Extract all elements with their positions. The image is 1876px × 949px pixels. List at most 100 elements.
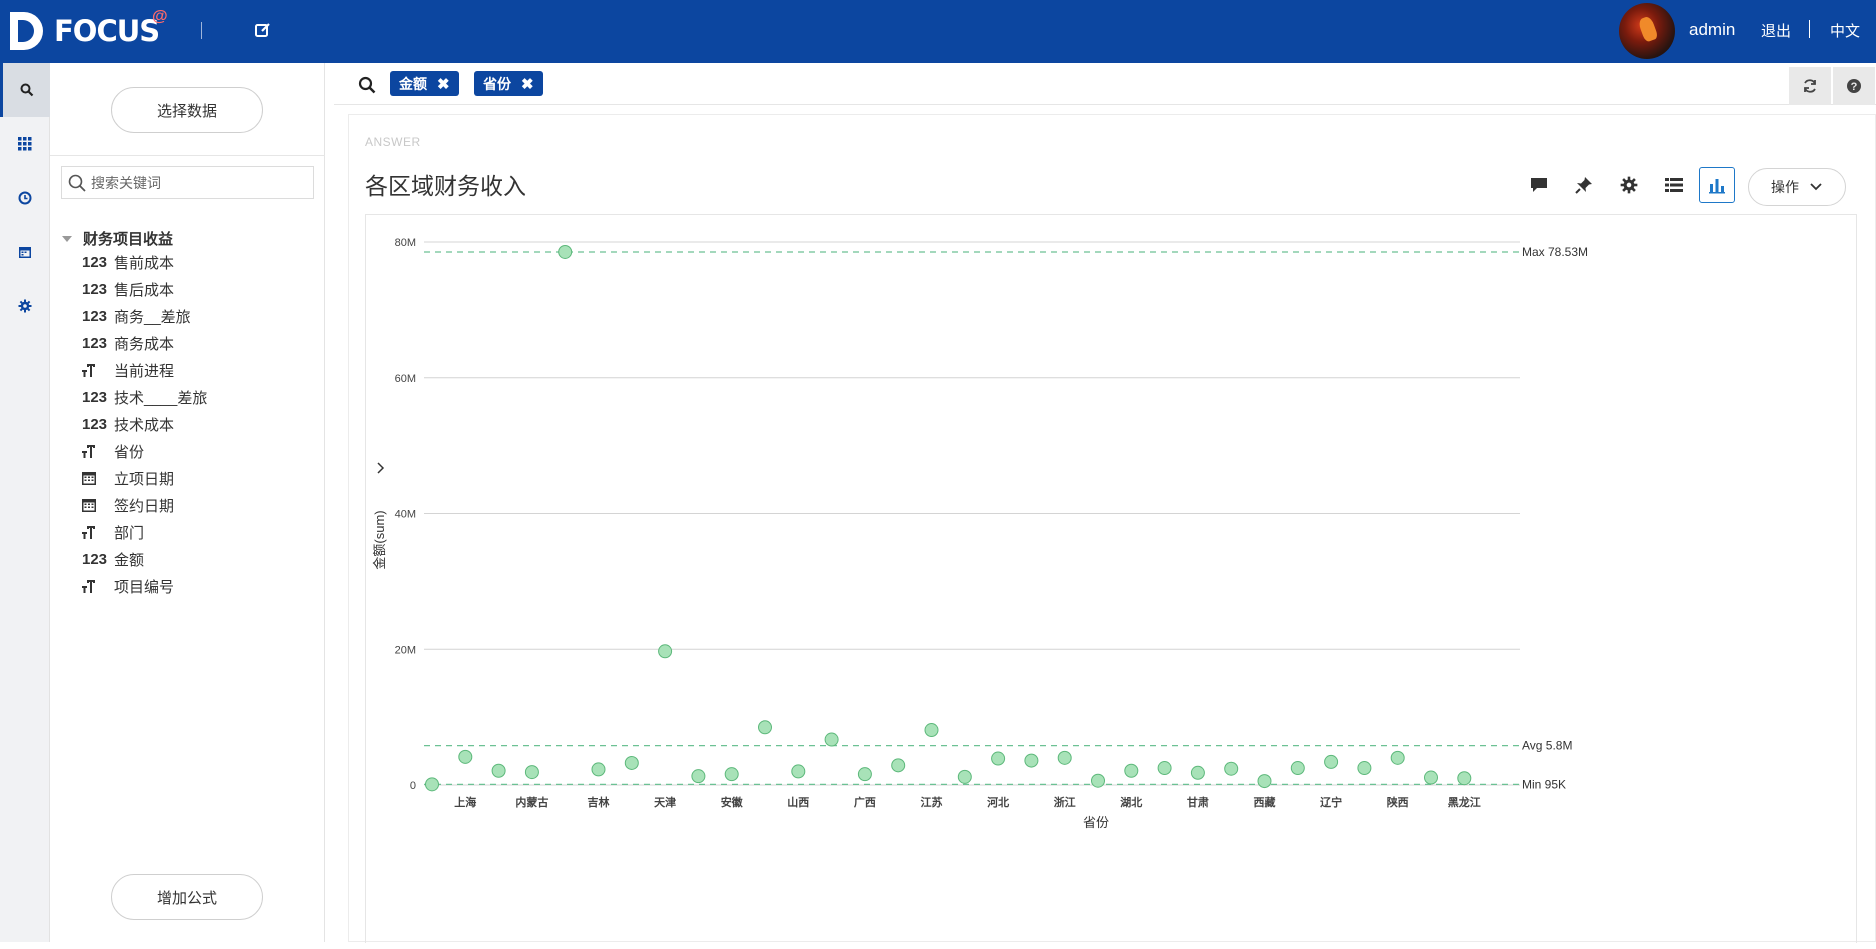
calendar-icon [82,499,114,512]
answer-tag: ANSWER [365,135,421,149]
remove-chip-icon[interactable]: ✖ [437,75,450,93]
data-point [991,751,1006,766]
rail-settings[interactable] [0,279,50,333]
tree-root[interactable]: 财务项目收益 [61,228,173,249]
field-label: 售后成本 [114,282,175,299]
reference-label-min: Min 95K [1522,777,1566,791]
field-item[interactable]: 立项日期 [82,465,207,492]
settings-button[interactable] [1613,169,1645,201]
app-logo[interactable]: FOCUS @ [8,8,168,52]
data-point [1424,770,1438,785]
chart-view-button[interactable] [1699,167,1735,203]
topbar-divider [201,22,202,39]
field-item[interactable]: 签约日期 [82,492,207,519]
avatar[interactable] [1619,3,1675,59]
number-type-icon: 123 [82,416,108,433]
logout-link[interactable]: 退出 [1761,20,1791,41]
data-point [558,244,573,259]
field-list: 123 售前成本 123 售后成本 123 商务__差旅 123 商务成本 当前进程 123 技术_… [82,249,207,600]
rail-search[interactable] [0,63,50,117]
number-type-icon: 123 [82,254,108,271]
field-label: 当前进程 [114,363,175,380]
edit-icon[interactable] [254,21,272,39]
language-switch[interactable]: 中文 [1830,20,1860,41]
data-point [591,762,606,777]
field-label: 商务__差旅 [114,309,191,326]
refresh-button[interactable] [1789,67,1831,105]
data-point [1457,771,1472,786]
y-tick-label: 20M [395,644,416,656]
data-point [1057,750,1072,765]
data-point [824,732,839,747]
search-icon[interactable] [358,76,376,94]
number-type-icon: 123 [82,389,108,406]
table-view-button[interactable] [1658,169,1690,201]
svg-text:?: ? [1851,81,1858,93]
comment-icon [1531,178,1547,192]
x-tick-label: 内蒙古 [515,795,548,809]
x-tick-label: 辽宁 [1320,795,1342,809]
field-item[interactable]: 123 商务__差旅 [82,303,207,330]
add-formula-button[interactable]: 增加公式 [111,874,263,920]
number-type-icon: 123 [82,551,108,568]
field-label: 立项日期 [114,471,175,488]
reference-label-avg: Avg 5.8M [1522,739,1572,753]
data-sidebar: 选择数据 财务项目收益 123 售前成本 123 售后成本 123 商务__差旅 123 商务… [50,63,325,942]
y-tick-label: 0 [410,780,416,792]
field-item[interactable]: 123 商务成本 [82,330,207,357]
field-item[interactable]: 项目编号 [82,573,207,600]
x-tick-label: 湖北 [1120,795,1142,809]
username[interactable]: admin [1689,20,1735,40]
operations-dropdown[interactable]: 操作 [1748,168,1846,206]
x-tick-label: 上海 [454,795,476,809]
data-point [724,767,739,782]
scatter-chart[interactable]: 0 20M 40M 60M 80M Max 78.53M Avg 5.8M Min 95K 金额… [366,215,1856,944]
query-chip[interactable]: 金额 ✖ [390,71,459,96]
number-type-icon: 123 [82,335,108,352]
field-label: 项目编号 [114,579,175,596]
field-item[interactable]: 当前进程 [82,357,207,384]
comment-button[interactable] [1523,169,1555,201]
help-button[interactable]: ? [1833,67,1875,105]
field-item[interactable]: 省份 [82,438,207,465]
field-item[interactable]: 123 售后成本 [82,276,207,303]
grid-icon [18,137,32,151]
text-type-icon [82,579,114,594]
field-label: 部门 [114,525,145,542]
x-tick-label: 广西 [854,795,876,809]
data-point [1357,761,1372,776]
keyword-search-input[interactable] [91,174,291,191]
field-label: 省份 [114,444,145,461]
chevron-down-icon[interactable] [377,462,385,474]
field-item[interactable]: 123 技术成本 [82,411,207,438]
pin-button[interactable] [1568,169,1600,201]
y-tick-label: 60M [395,373,416,385]
logo-mark-icon [10,12,43,50]
answer-card: ANSWER 各区域财务收入 操作 0 20M 40M 60M 80M Max 78.53… [348,114,1876,944]
data-point [1024,753,1039,768]
field-item[interactable]: 123 金额 [82,546,207,573]
x-tick-label: 天津 [654,795,676,809]
query-chip[interactable]: 省份 ✖ [474,71,543,96]
data-point [924,723,939,738]
rail-calendar[interactable] [0,225,50,279]
data-point [425,777,439,792]
field-item[interactable]: 123 售前成本 [82,249,207,276]
number-type-icon: 123 [82,308,108,325]
x-tick-label: 安徽 [721,795,744,809]
remove-chip-icon[interactable]: ✖ [521,75,534,93]
field-item[interactable]: 部门 [82,519,207,546]
rail-history[interactable] [0,171,50,225]
chevron-down-icon [1810,183,1822,191]
x-tick-label: 江苏 [921,795,943,809]
x-tick-label: 浙江 [1054,795,1076,809]
keyword-search[interactable] [61,166,314,199]
x-tick-label: 甘肃 [1187,795,1209,809]
gear-icon [1620,176,1638,194]
help-icon: ? [1847,79,1861,93]
calendar-icon [82,472,114,485]
query-chip-label: 金额 [399,75,427,92]
field-item[interactable]: 123 技术____差旅 [82,384,207,411]
rail-dashboard[interactable] [0,117,50,171]
select-data-button[interactable]: 选择数据 [111,87,263,133]
